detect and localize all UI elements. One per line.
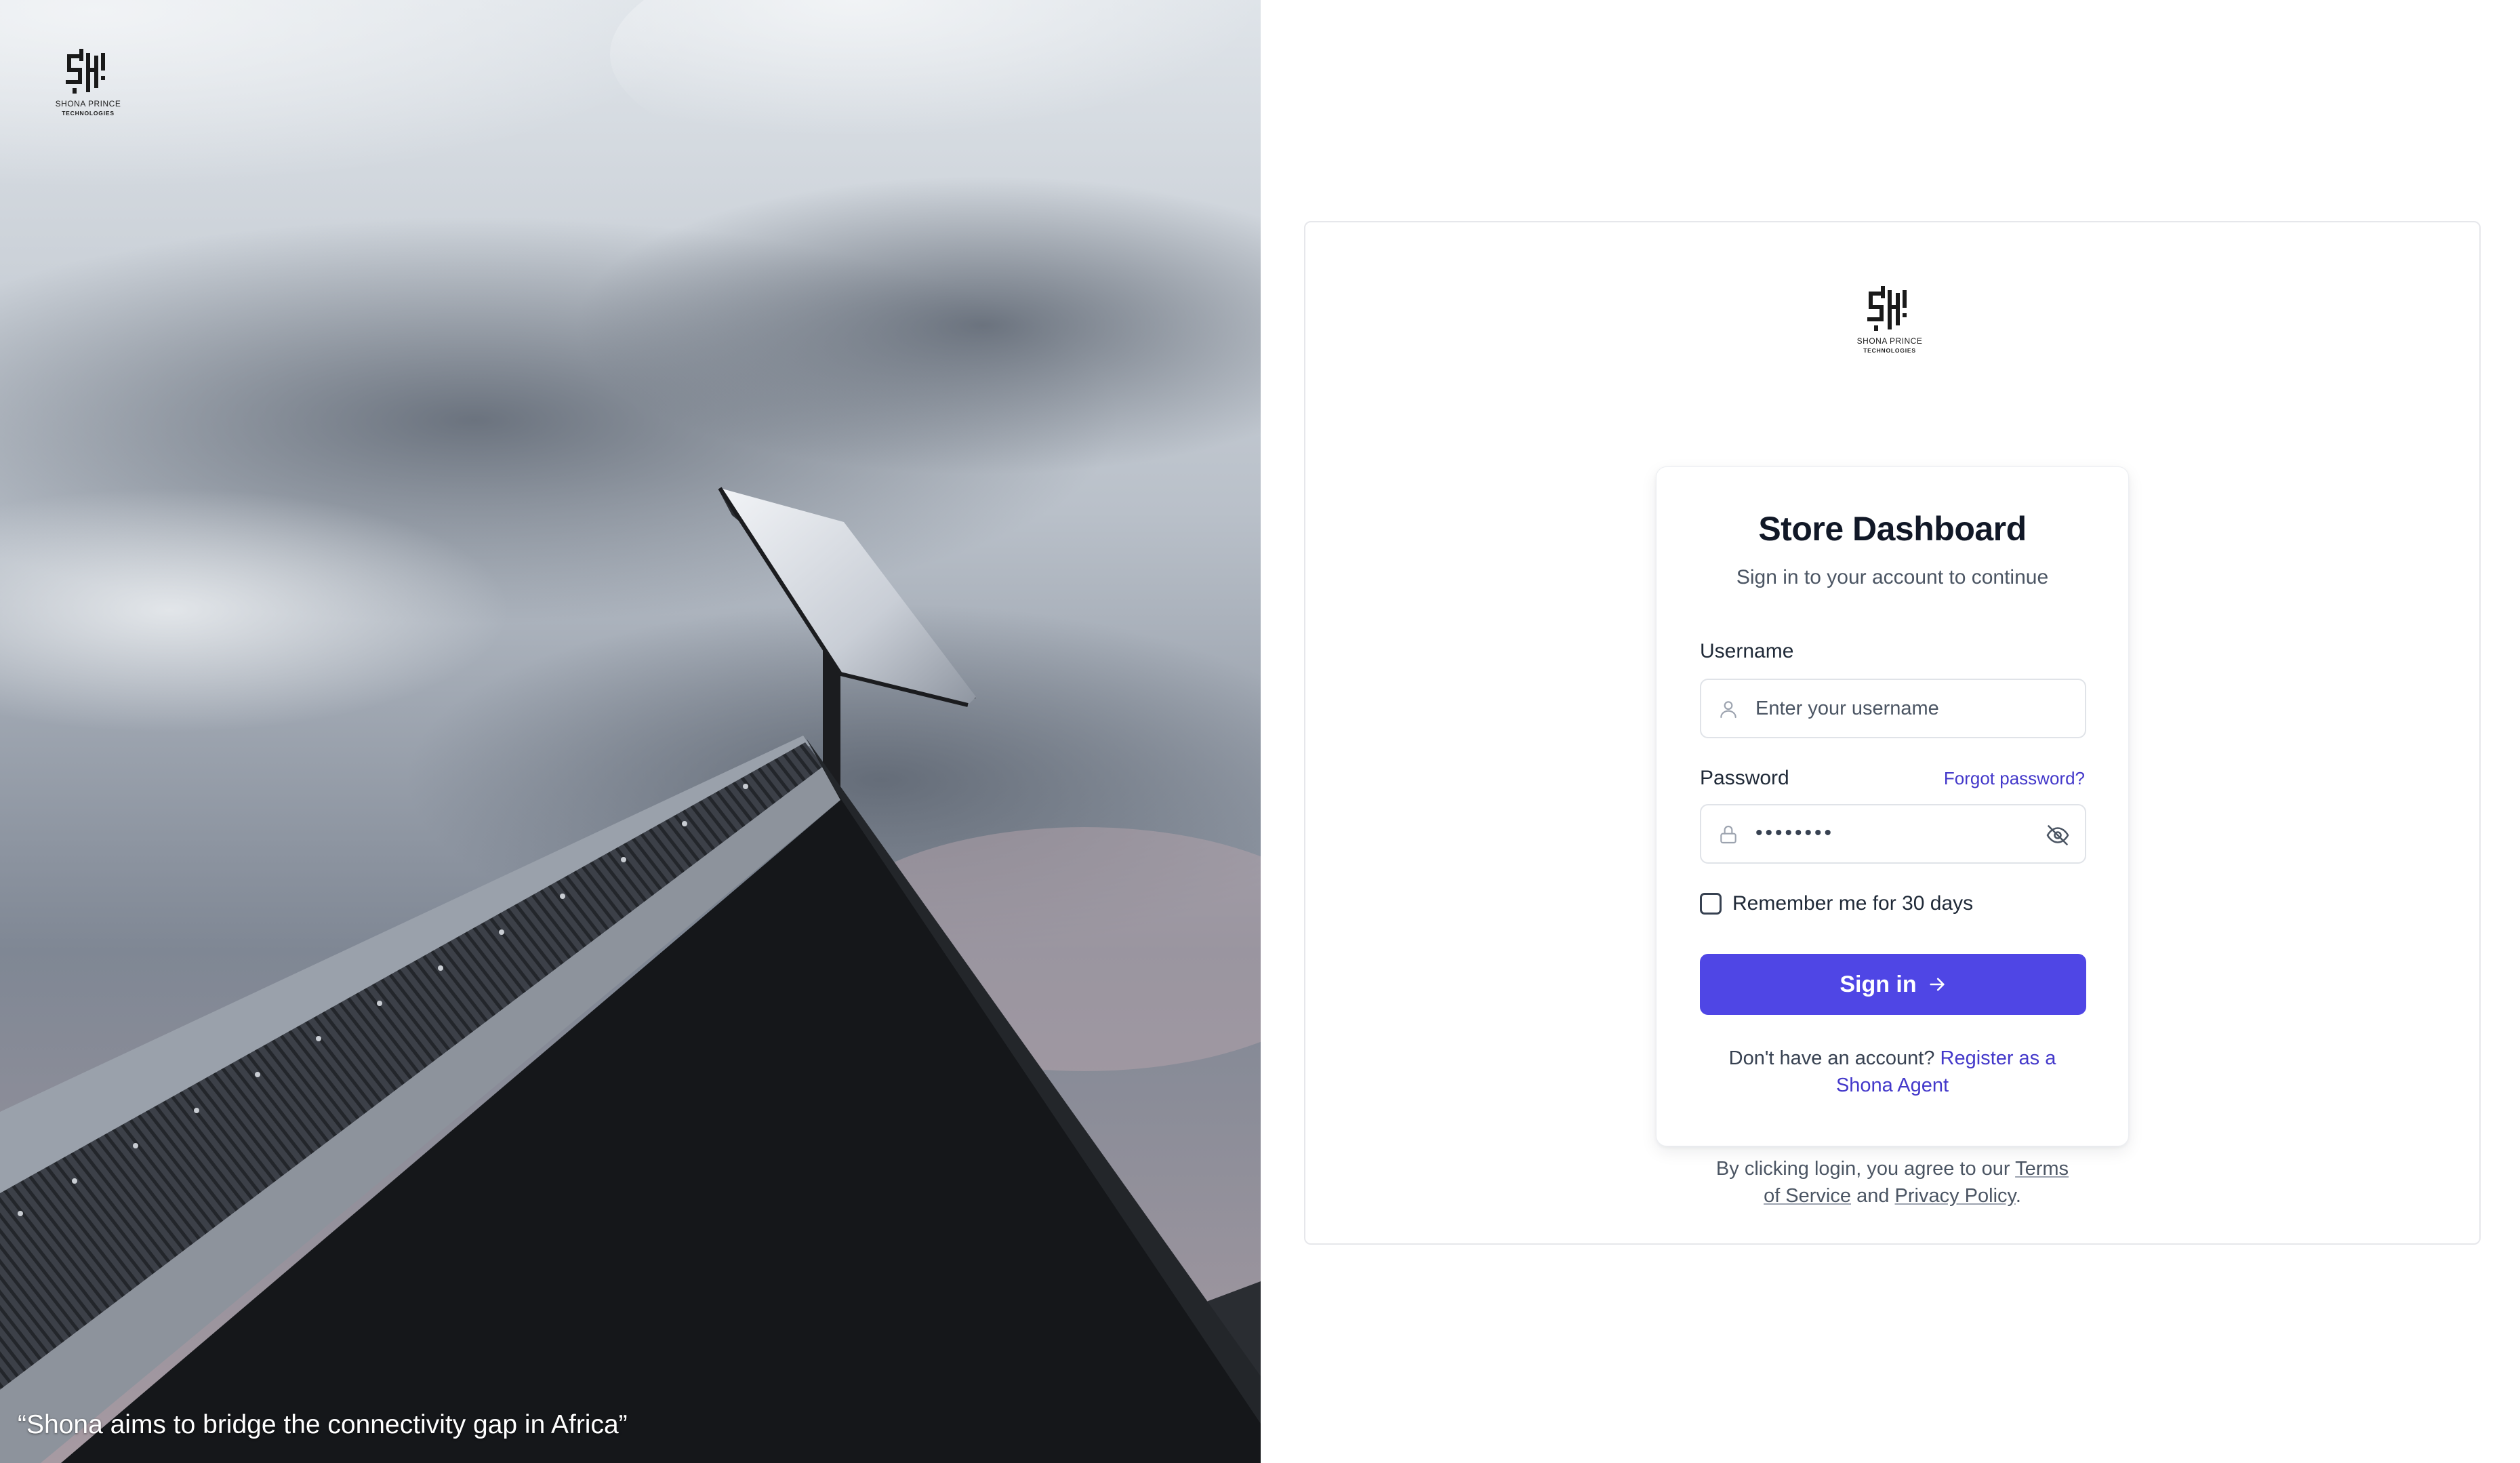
terms-link-text-1[interactable]: Terms [2015, 1158, 2069, 1180]
card-brand-logo: SHONA PRINCE TECHNOLOGIES [1849, 286, 1930, 354]
register-link-text-1[interactable]: Register as a [1940, 1047, 2056, 1069]
brand-name-line2: TECHNOLOGIES [62, 110, 115, 117]
password-field[interactable]: •••••••• [1700, 804, 2086, 864]
privacy-policy-link[interactable]: Privacy Policy [1895, 1185, 2016, 1207]
register-prompt-text: Don't have an account? [1728, 1047, 1935, 1069]
page-subtitle: Sign in to your account to continue [1736, 566, 2049, 588]
username-input[interactable] [1755, 680, 2040, 737]
terms-prefix: By clicking login, you agree to our [1715, 1158, 2010, 1180]
terms-link-text-2[interactable]: of Service [1764, 1185, 1851, 1207]
arrow-right-icon [1930, 978, 1945, 991]
sph-monogram-icon [1867, 286, 1907, 331]
forgot-password-link[interactable]: Forgot password? [1944, 768, 2085, 789]
hero-image [0, 0, 1261, 1463]
remember-me-checkbox[interactable] [1700, 893, 1722, 915]
password-input[interactable]: •••••••• [1755, 822, 1834, 845]
sign-in-button[interactable]: Sign in [1700, 954, 2086, 1015]
eye-off-icon[interactable] [2046, 823, 2070, 847]
register-link-text-2[interactable]: Shona Agent [1836, 1075, 1949, 1096]
hero-panel: SHONA PRINCE TECHNOLOGIES “Shona aims to… [0, 0, 1261, 1463]
brand-name-line2: TECHNOLOGIES [1863, 347, 1916, 354]
register-prompt: Don't have an account? Register as a Shon… [1657, 1045, 2128, 1099]
page-title: Store Dashboard [1758, 510, 2027, 548]
brand-name-line1: SHONA PRINCE [55, 99, 121, 108]
lock-icon [1720, 826, 1736, 844]
remember-me-row[interactable]: Remember me for 30 days [1700, 890, 1973, 917]
sph-monogram-icon [66, 49, 105, 94]
hero-quote: “Shona aims to bridge the connectivity g… [18, 1410, 628, 1439]
hero-brand-logo: SHONA PRINCE TECHNOLOGIES [47, 49, 129, 117]
password-label: Password [1700, 767, 1789, 789]
terms-suffix: . [2015, 1185, 2021, 1207]
brand-name-line1: SHONA PRINCE [1856, 336, 1923, 346]
sign-in-label: Sign in [1840, 971, 1917, 997]
remember-me-label[interactable]: Remember me for 30 days [1732, 892, 1973, 915]
login-form-card: Store Dashboard Sign in to your account … [1656, 466, 2129, 1146]
username-label: Username [1700, 640, 1794, 662]
username-field[interactable] [1700, 679, 2086, 738]
login-page: SHONA PRINCE TECHNOLOGIES “Shona aims to… [0, 0, 2520, 1463]
terms-and: and [1856, 1185, 1890, 1207]
terms-notice: By clicking login, you agree to our Term… [1656, 1155, 2129, 1209]
user-icon [1720, 701, 1736, 719]
